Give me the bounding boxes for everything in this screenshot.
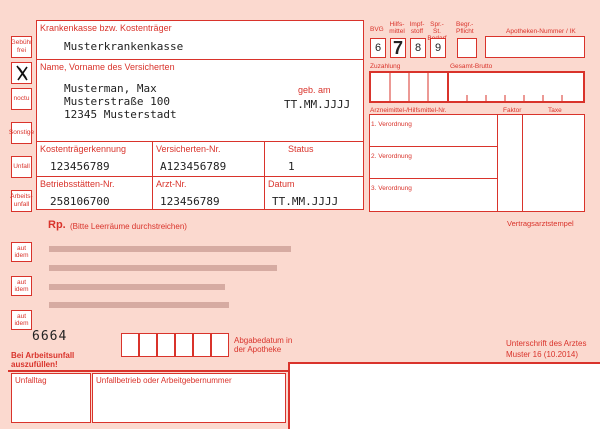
verordnung3-field[interactable] [370, 179, 497, 211]
verordnung3-label: 3. Verordnung [371, 185, 412, 192]
apotheken-label: Apotheken-Nummer / IK [506, 28, 576, 35]
abgabedatum-digit[interactable] [139, 333, 157, 357]
divider [36, 59, 364, 60]
form-code: 6664 [32, 329, 68, 344]
verordnung1-label: 1. Verordnung [371, 121, 412, 128]
aut-idem-2-checkbox[interactable]: aut idem [11, 276, 32, 296]
unfallbetrieb-label: Unfallbetrieb oder Arbeitgebernummer [96, 376, 232, 385]
impfstoff-label: Impf-stoff [409, 21, 425, 35]
versicherten-label: Versicherten-Nr. [156, 144, 221, 154]
sprst-bedarf-box[interactable]: 9 [430, 38, 446, 58]
abgabedatum-digit[interactable] [211, 333, 229, 357]
aut-idem-3-label: aut idem [14, 313, 29, 327]
arbeitsunfall-note: Bei Arbeitsunfall auszufüllen! [11, 351, 75, 369]
gebuehr-frei-label: Gebühr frei [10, 39, 33, 54]
arbeitsunfall-checkbox[interactable]: Arbeits-unfall [10, 190, 33, 212]
strike-line [49, 265, 277, 271]
name-line3[interactable]: 12345 Musterstadt [64, 108, 177, 121]
zuzahlung-label: Zuzahlung [370, 63, 401, 70]
status-label: Status [288, 144, 314, 154]
arzt-label: Arzt-Nr. [156, 179, 187, 189]
bsnr-label: Betriebsstätten-Nr. [40, 179, 115, 189]
datum-label: Datum [268, 179, 295, 189]
sonstige-checkbox[interactable]: Sonstige [8, 122, 35, 144]
unfall-checkbox[interactable]: Unfall [11, 156, 32, 178]
kostentraeger-value[interactable]: 123456789 [50, 160, 110, 173]
noctu-label: noctu [13, 95, 30, 102]
verordnung1-field[interactable] [370, 115, 497, 146]
cutout-area [290, 364, 600, 429]
datum-value[interactable]: TT.MM.JJJJ [272, 195, 338, 208]
bvg-label: BVG [370, 26, 384, 33]
arzneimittel-label: Arzneimittel-/Hilfsmittel-Nr. [370, 107, 447, 114]
sonstige-label: Sonstige [8, 129, 35, 136]
bsnr-value[interactable]: 258106700 [50, 195, 110, 208]
divider [36, 141, 364, 142]
aut-idem-2-label: aut idem [14, 279, 29, 293]
geb-am-value[interactable]: TT.MM.JJJJ [284, 98, 350, 111]
rp-label: Rp. [48, 219, 66, 231]
strike-line [49, 284, 225, 290]
abgabedatum-digit[interactable] [157, 333, 175, 357]
name-label: Name, Vorname des Versicherten [40, 62, 175, 72]
name-line1[interactable]: Musterman, Max [64, 82, 157, 95]
abgabedatum-digit[interactable] [193, 333, 211, 357]
status-value[interactable]: 1 [288, 160, 295, 173]
versicherten-value[interactable]: A123456789 [160, 160, 226, 173]
strike-line [49, 302, 229, 308]
cross-mark-icon [15, 65, 28, 81]
unterschrift-label: Unterschrift des Arztes [506, 339, 587, 348]
strike-line [49, 246, 291, 252]
name-line2[interactable]: Musterstraße 100 [64, 95, 170, 108]
begr-pflicht-label: Begr.-Pflicht [456, 21, 474, 35]
begr-pflicht-box[interactable] [457, 38, 477, 58]
divider [36, 176, 364, 177]
abgabedatum-digit[interactable] [175, 333, 193, 357]
muster-label: Muster 16 (10.2014) [506, 350, 579, 359]
aut-idem-3-checkbox[interactable]: aut idem [11, 310, 32, 330]
unfalltag-label: Unfalltag [15, 376, 47, 385]
bvg-box[interactable]: 6 [370, 38, 386, 58]
divider [264, 141, 265, 210]
taxe-column[interactable] [523, 115, 584, 211]
apotheken-nummer-field[interactable] [485, 36, 585, 58]
arzt-value[interactable]: 123456789 [160, 195, 220, 208]
bottom-frame [8, 370, 288, 372]
prescription-form: Gebühr frei noctu Sonstige Unfall Arbeit… [0, 0, 600, 429]
krankenkasse-label: Krankenkasse bzw. Kostenträger [40, 23, 172, 33]
faktor-label: Faktor [503, 107, 522, 114]
impfstoff-box[interactable]: 8 [410, 38, 426, 58]
hilfsmittel-label: Hilfs-mittel [389, 21, 405, 35]
verordnung2-field[interactable] [370, 147, 497, 178]
arbeitsunfall-label: Arbeits-unfall [10, 193, 33, 208]
stempel-label: Vertragsarztstempel [507, 219, 574, 228]
hilfsmittel-box[interactable]: 7 [390, 38, 406, 58]
aut-idem-1-checkbox[interactable]: aut idem [11, 242, 32, 262]
gebuehr-frei-checkbox[interactable]: Gebühr frei [11, 36, 32, 58]
rp-hint: (Bitte Leerräume durchstreichen) [70, 222, 187, 231]
gesamt-brutto-label: Gesamt-Brutto [450, 63, 493, 70]
geb-pfl-checkbox[interactable] [11, 62, 32, 84]
verordnung2-label: 2. Verordnung [371, 153, 412, 160]
digit-ticks [389, 73, 563, 101]
unfall-label: Unfall [13, 163, 30, 170]
aut-idem-1-label: aut idem [14, 245, 29, 259]
zuzahlung-brutto-field[interactable] [369, 71, 585, 103]
abgabedatum-digit[interactable] [121, 333, 139, 357]
kostentraeger-label: Kostenträgerkennung [40, 144, 127, 154]
divider [152, 141, 153, 210]
noctu-checkbox[interactable]: noctu [11, 88, 32, 110]
abgabedatum-label: Abgabedatum in der Apotheke [234, 336, 293, 354]
faktor-column[interactable] [498, 115, 522, 211]
taxe-label: Taxe [548, 107, 562, 114]
geb-am-label: geb. am [298, 85, 331, 95]
krankenkasse-value[interactable]: Musterkrankenkasse [64, 40, 183, 53]
